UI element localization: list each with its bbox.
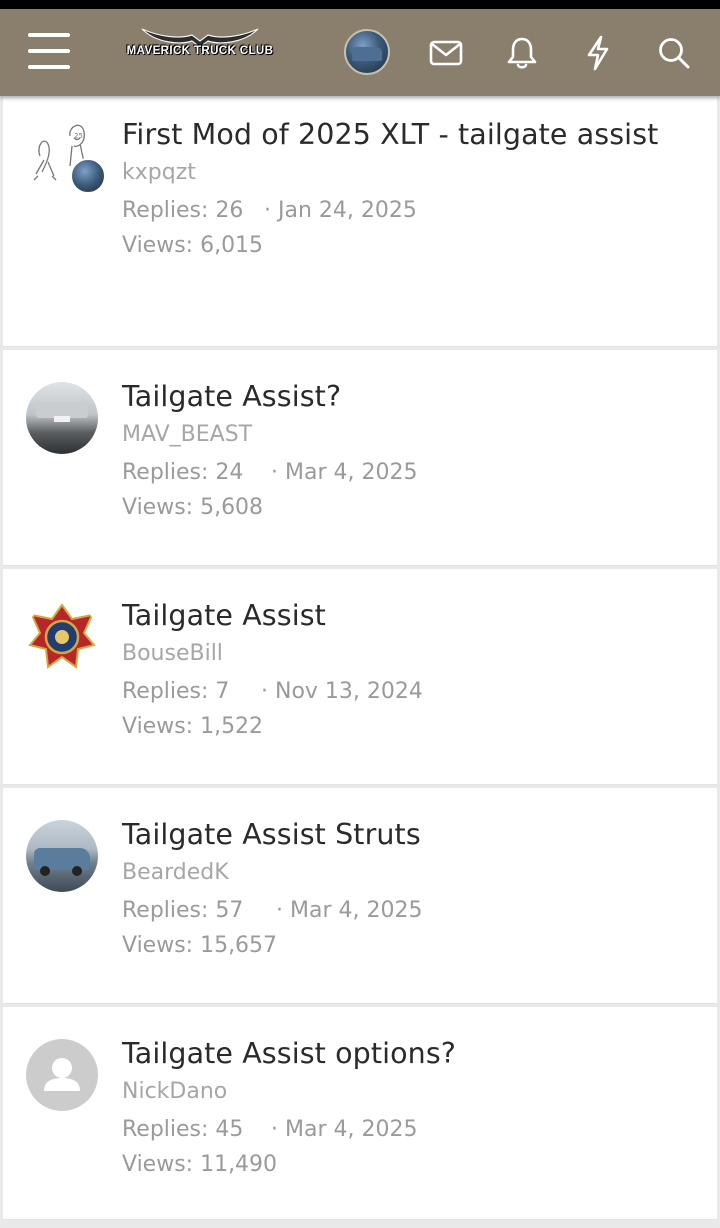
- thread-starter[interactable]: BouseBill: [122, 639, 701, 669]
- longhorn-icon: [141, 28, 259, 47]
- thread-date: · Mar 4, 2025: [276, 898, 423, 923]
- thread-title[interactable]: Tailgate Assist?: [122, 374, 701, 419]
- menu-icon-bar: [28, 65, 70, 69]
- thread-list: 25 First Mod of 2025 XLT - tailgate assi…: [3, 96, 717, 1220]
- thread-date: · Mar 4, 2025: [271, 460, 418, 485]
- avatar: [26, 820, 98, 892]
- default-user-icon: [44, 1058, 80, 1091]
- envelope-icon: [429, 40, 463, 66]
- avatar: [352, 47, 382, 61]
- avatar: 25: [26, 116, 106, 196]
- thread-meta: Replies: 26 · Jan 24, 2025: [122, 194, 701, 230]
- menu-icon-bar: [28, 49, 70, 53]
- avatar: [26, 382, 98, 454]
- thread-body: First Mod of 2025 XLT - tailgate assist …: [122, 112, 701, 262]
- thread-item[interactable]: Tailgate Assist options? NickDano Replie…: [3, 1007, 717, 1220]
- whats-new-button[interactable]: [574, 29, 622, 77]
- user-badge-avatar: [70, 158, 106, 194]
- avatar: [26, 1039, 98, 1111]
- thread-item[interactable]: Tailgate Assist? MAV_BEAST Replies: 24 ·…: [3, 350, 717, 566]
- reply-count: Replies: 57: [122, 898, 244, 923]
- thread-title[interactable]: First Mod of 2025 XLT - tailgate assist: [122, 112, 701, 157]
- thread-starter[interactable]: NickDano: [122, 1077, 701, 1107]
- thread-item[interactable]: 25 First Mod of 2025 XLT - tailgate assi…: [3, 96, 717, 347]
- bell-icon: [507, 37, 537, 69]
- thread-date: · Mar 4, 2025: [271, 1117, 418, 1142]
- search-button[interactable]: [650, 29, 698, 77]
- thread-meta: Replies: 24 · Mar 4, 2025: [122, 456, 701, 492]
- thread-starter[interactable]: BeardedK: [122, 858, 701, 888]
- avatar: [26, 601, 98, 673]
- search-icon: [659, 38, 690, 69]
- view-count: Views: 1,522: [122, 714, 264, 739]
- thread-title[interactable]: Tailgate Assist Struts: [122, 812, 701, 857]
- thread-date: · Jan 24, 2025: [264, 198, 417, 223]
- thread-starter[interactable]: kxpqzt: [122, 158, 701, 188]
- menu-button[interactable]: [20, 23, 78, 79]
- lightning-icon: [587, 35, 609, 71]
- thread-starter[interactable]: MAV_BEAST: [122, 420, 701, 450]
- thread-date: · Nov 13, 2024: [261, 679, 423, 704]
- site-logo[interactable]: MAVERICK TRUCK CLUB: [110, 23, 290, 79]
- reply-count: Replies: 7: [122, 679, 230, 704]
- vfw-emblem-icon: [26, 601, 98, 673]
- thread-body: Tailgate Assist options? NickDano Replie…: [122, 1031, 701, 1181]
- reply-count: Replies: 26: [122, 198, 244, 223]
- alerts-button[interactable]: [498, 29, 546, 77]
- thread-title[interactable]: Tailgate Assist options?: [122, 1031, 701, 1076]
- view-count: Views: 5,608: [122, 495, 264, 520]
- thread-item[interactable]: Tailgate Assist BouseBill Replies: 7 · N…: [3, 569, 717, 785]
- inbox-button[interactable]: [422, 29, 470, 77]
- view-count: Views: 11,490: [122, 1152, 278, 1177]
- thread-body: Tailgate Assist? MAV_BEAST Replies: 24 ·…: [122, 374, 701, 524]
- thread-body: Tailgate Assist BouseBill Replies: 7 · N…: [122, 593, 701, 743]
- thread-item[interactable]: Tailgate Assist Struts BeardedK Replies:…: [3, 788, 717, 1004]
- logo-wordmark: MAVERICK TRUCK CLUB: [126, 45, 274, 57]
- truck-wheel-image: [72, 866, 82, 876]
- reply-count: Replies: 24: [122, 460, 244, 485]
- truck-wheel-image: [40, 866, 50, 876]
- menu-icon: [28, 33, 70, 37]
- svg-text:25: 25: [74, 132, 83, 140]
- site-header: MAVERICK TRUCK CLUB: [0, 9, 720, 96]
- license-plate-image: [54, 416, 70, 422]
- thread-meta: Replies: 57 · Mar 4, 2025: [122, 894, 701, 930]
- reply-count: Replies: 45: [122, 1117, 244, 1142]
- thread-meta: Replies: 7 · Nov 13, 2024: [122, 675, 701, 711]
- status-strip: [0, 0, 720, 9]
- thread-body: Tailgate Assist Struts BeardedK Replies:…: [122, 812, 701, 962]
- thread-meta: Replies: 45 · Mar 4, 2025: [122, 1113, 701, 1149]
- view-count: Views: 15,657: [122, 933, 278, 958]
- user-avatar-button[interactable]: [344, 29, 390, 75]
- view-count: Views: 6,015: [122, 233, 264, 258]
- thread-title[interactable]: Tailgate Assist: [122, 593, 701, 638]
